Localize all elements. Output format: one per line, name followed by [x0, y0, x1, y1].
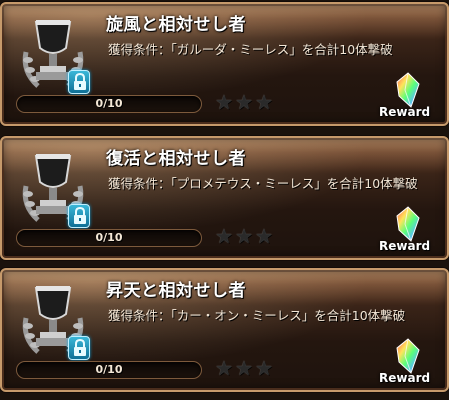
star-icon: ★	[215, 90, 233, 114]
lock-icon	[74, 207, 86, 224]
progress-text: 0/10	[95, 363, 123, 376]
reward-label[interactable]: Reward	[379, 239, 430, 253]
quest-panel[interactable]: 復活と相対せし者 獲得条件：「プロメテウス・ミーレス」を合計10体撃破 0/10…	[0, 136, 449, 260]
quest-title: 昇天と相対せし者	[106, 281, 246, 301]
progress-bar: 0/10	[16, 229, 202, 247]
progress-text: 0/10	[95, 231, 123, 244]
star-icon: ★	[255, 224, 273, 248]
star-icon: ★	[215, 356, 233, 380]
lock-badge	[68, 70, 90, 94]
star-rating: ★ ★ ★	[215, 226, 275, 248]
trophy-badge	[16, 12, 90, 96]
star-icon: ★	[235, 224, 253, 248]
star-icon: ★	[215, 224, 233, 248]
trophy-badge	[16, 278, 90, 362]
lock-badge	[68, 336, 90, 360]
rainbow-crystal-icon[interactable]	[395, 338, 421, 374]
star-rating: ★ ★ ★	[215, 92, 275, 114]
star-rating: ★ ★ ★	[215, 358, 275, 380]
reward-label[interactable]: Reward	[379, 371, 430, 385]
star-icon: ★	[235, 356, 253, 380]
star-icon: ★	[235, 90, 253, 114]
quest-title: 復活と相対せし者	[106, 149, 246, 169]
reward-label[interactable]: Reward	[379, 105, 430, 119]
lock-icon	[74, 73, 86, 90]
star-icon: ★	[255, 90, 273, 114]
rainbow-crystal-icon[interactable]	[395, 72, 421, 108]
progress-bar: 0/10	[16, 361, 202, 379]
progress-bar: 0/10	[16, 95, 202, 113]
quest-panel[interactable]: 旋風と相対せし者 獲得条件：「ガルーダ・ミーレス」を合計10体撃破 0/10 ★…	[0, 2, 449, 126]
trophy-badge	[16, 146, 90, 230]
rainbow-crystal-icon[interactable]	[395, 206, 421, 242]
star-icon: ★	[255, 356, 273, 380]
lock-badge	[68, 204, 90, 228]
quest-panel[interactable]: 昇天と相対せし者 獲得条件：「カー・オン・ミーレス」を合計10体撃破 0/10 …	[0, 268, 449, 392]
progress-text: 0/10	[95, 97, 123, 110]
quest-title: 旋風と相対せし者	[106, 15, 246, 35]
quest-description: 獲得条件：「カー・オン・ミーレス」を合計10体撃破	[108, 308, 406, 323]
quest-description: 獲得条件：「ガルーダ・ミーレス」を合計10体撃破	[108, 42, 393, 57]
lock-icon	[74, 339, 86, 356]
quest-description: 獲得条件：「プロメテウス・ミーレス」を合計10体撃破	[108, 176, 418, 191]
